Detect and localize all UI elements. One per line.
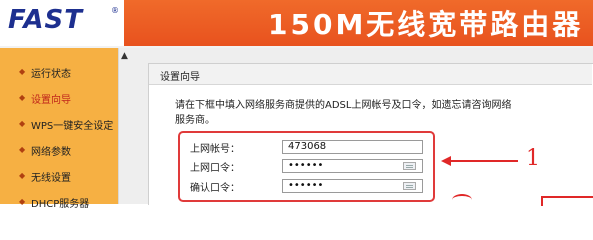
instruction-text: 请在下框中填入网络服务商提供的ADSL上网帐号及口令，如遗忘请咨询网络 bbox=[175, 100, 512, 111]
bullet-icon: ◆ bbox=[19, 145, 26, 154]
scroll-up-arrow-icon[interactable]: ▲ bbox=[121, 51, 128, 61]
annotation-box-fragment bbox=[541, 196, 593, 206]
panel-title-bar bbox=[149, 64, 592, 85]
instruction-text-continued: 服务商。 bbox=[175, 115, 215, 126]
sidebar-item-network[interactable]: ◆ 网络参数 bbox=[0, 138, 118, 162]
keyboard-icon[interactable] bbox=[403, 182, 416, 190]
bullet-icon: ◆ bbox=[19, 67, 26, 76]
bullet-icon: ◆ bbox=[19, 93, 26, 102]
account-label: 上网帐号： bbox=[190, 144, 240, 155]
bullet-icon: ◆ bbox=[19, 197, 26, 206]
account-field[interactable]: 473068 bbox=[282, 140, 423, 154]
annotation-arrow-line bbox=[448, 160, 518, 162]
sidebar-item-label: DHCP服务器 bbox=[31, 199, 90, 210]
registered-mark: ® bbox=[111, 6, 119, 15]
sidebar-item-wireless[interactable]: ◆ 无线设置 bbox=[0, 164, 118, 188]
password-label: 上网口令： bbox=[190, 163, 240, 174]
sidebar-item-label: 无线设置 bbox=[31, 173, 71, 184]
panel-title: 设置向导 bbox=[160, 72, 200, 83]
sidebar-item-wps[interactable]: ◆ WPS一键安全设定 bbox=[0, 112, 118, 136]
sidebar-item-setup-wizard[interactable]: ◆ 设置向导 bbox=[0, 86, 118, 110]
bullet-icon: ◆ bbox=[19, 171, 26, 180]
annotation-step-number: 1 bbox=[526, 146, 540, 171]
bullet-icon: ◆ bbox=[19, 119, 26, 128]
sidebar-item-status[interactable]: ◆ 运行状态 bbox=[0, 60, 118, 84]
product-title: 150M无线宽带路由器 bbox=[268, 8, 584, 41]
sidebar-menu: ◆ 运行状态 ◆ 设置向导 ◆ WPS一键安全设定 ◆ 网络参数 ◆ 无线设置 … bbox=[0, 48, 118, 210]
brand-logo: FAST bbox=[8, 5, 83, 35]
sidebar-scrollbar[interactable] bbox=[118, 48, 134, 204]
keyboard-icon[interactable] bbox=[403, 162, 416, 170]
confirm-password-field[interactable]: •••••• bbox=[282, 179, 423, 193]
sidebar-item-label: 运行状态 bbox=[31, 69, 71, 80]
sidebar-item-label: WPS一键安全设定 bbox=[31, 121, 114, 132]
annotation-step-fragment bbox=[452, 194, 472, 206]
sidebar-item-label: 网络参数 bbox=[31, 147, 71, 158]
confirm-password-label: 确认口令： bbox=[190, 183, 240, 194]
sidebar-item-label: 设置向导 bbox=[31, 95, 71, 106]
password-field[interactable]: •••••• bbox=[282, 159, 423, 173]
sidebar-item-dhcp[interactable]: ◆ DHCP服务器 bbox=[0, 190, 118, 214]
